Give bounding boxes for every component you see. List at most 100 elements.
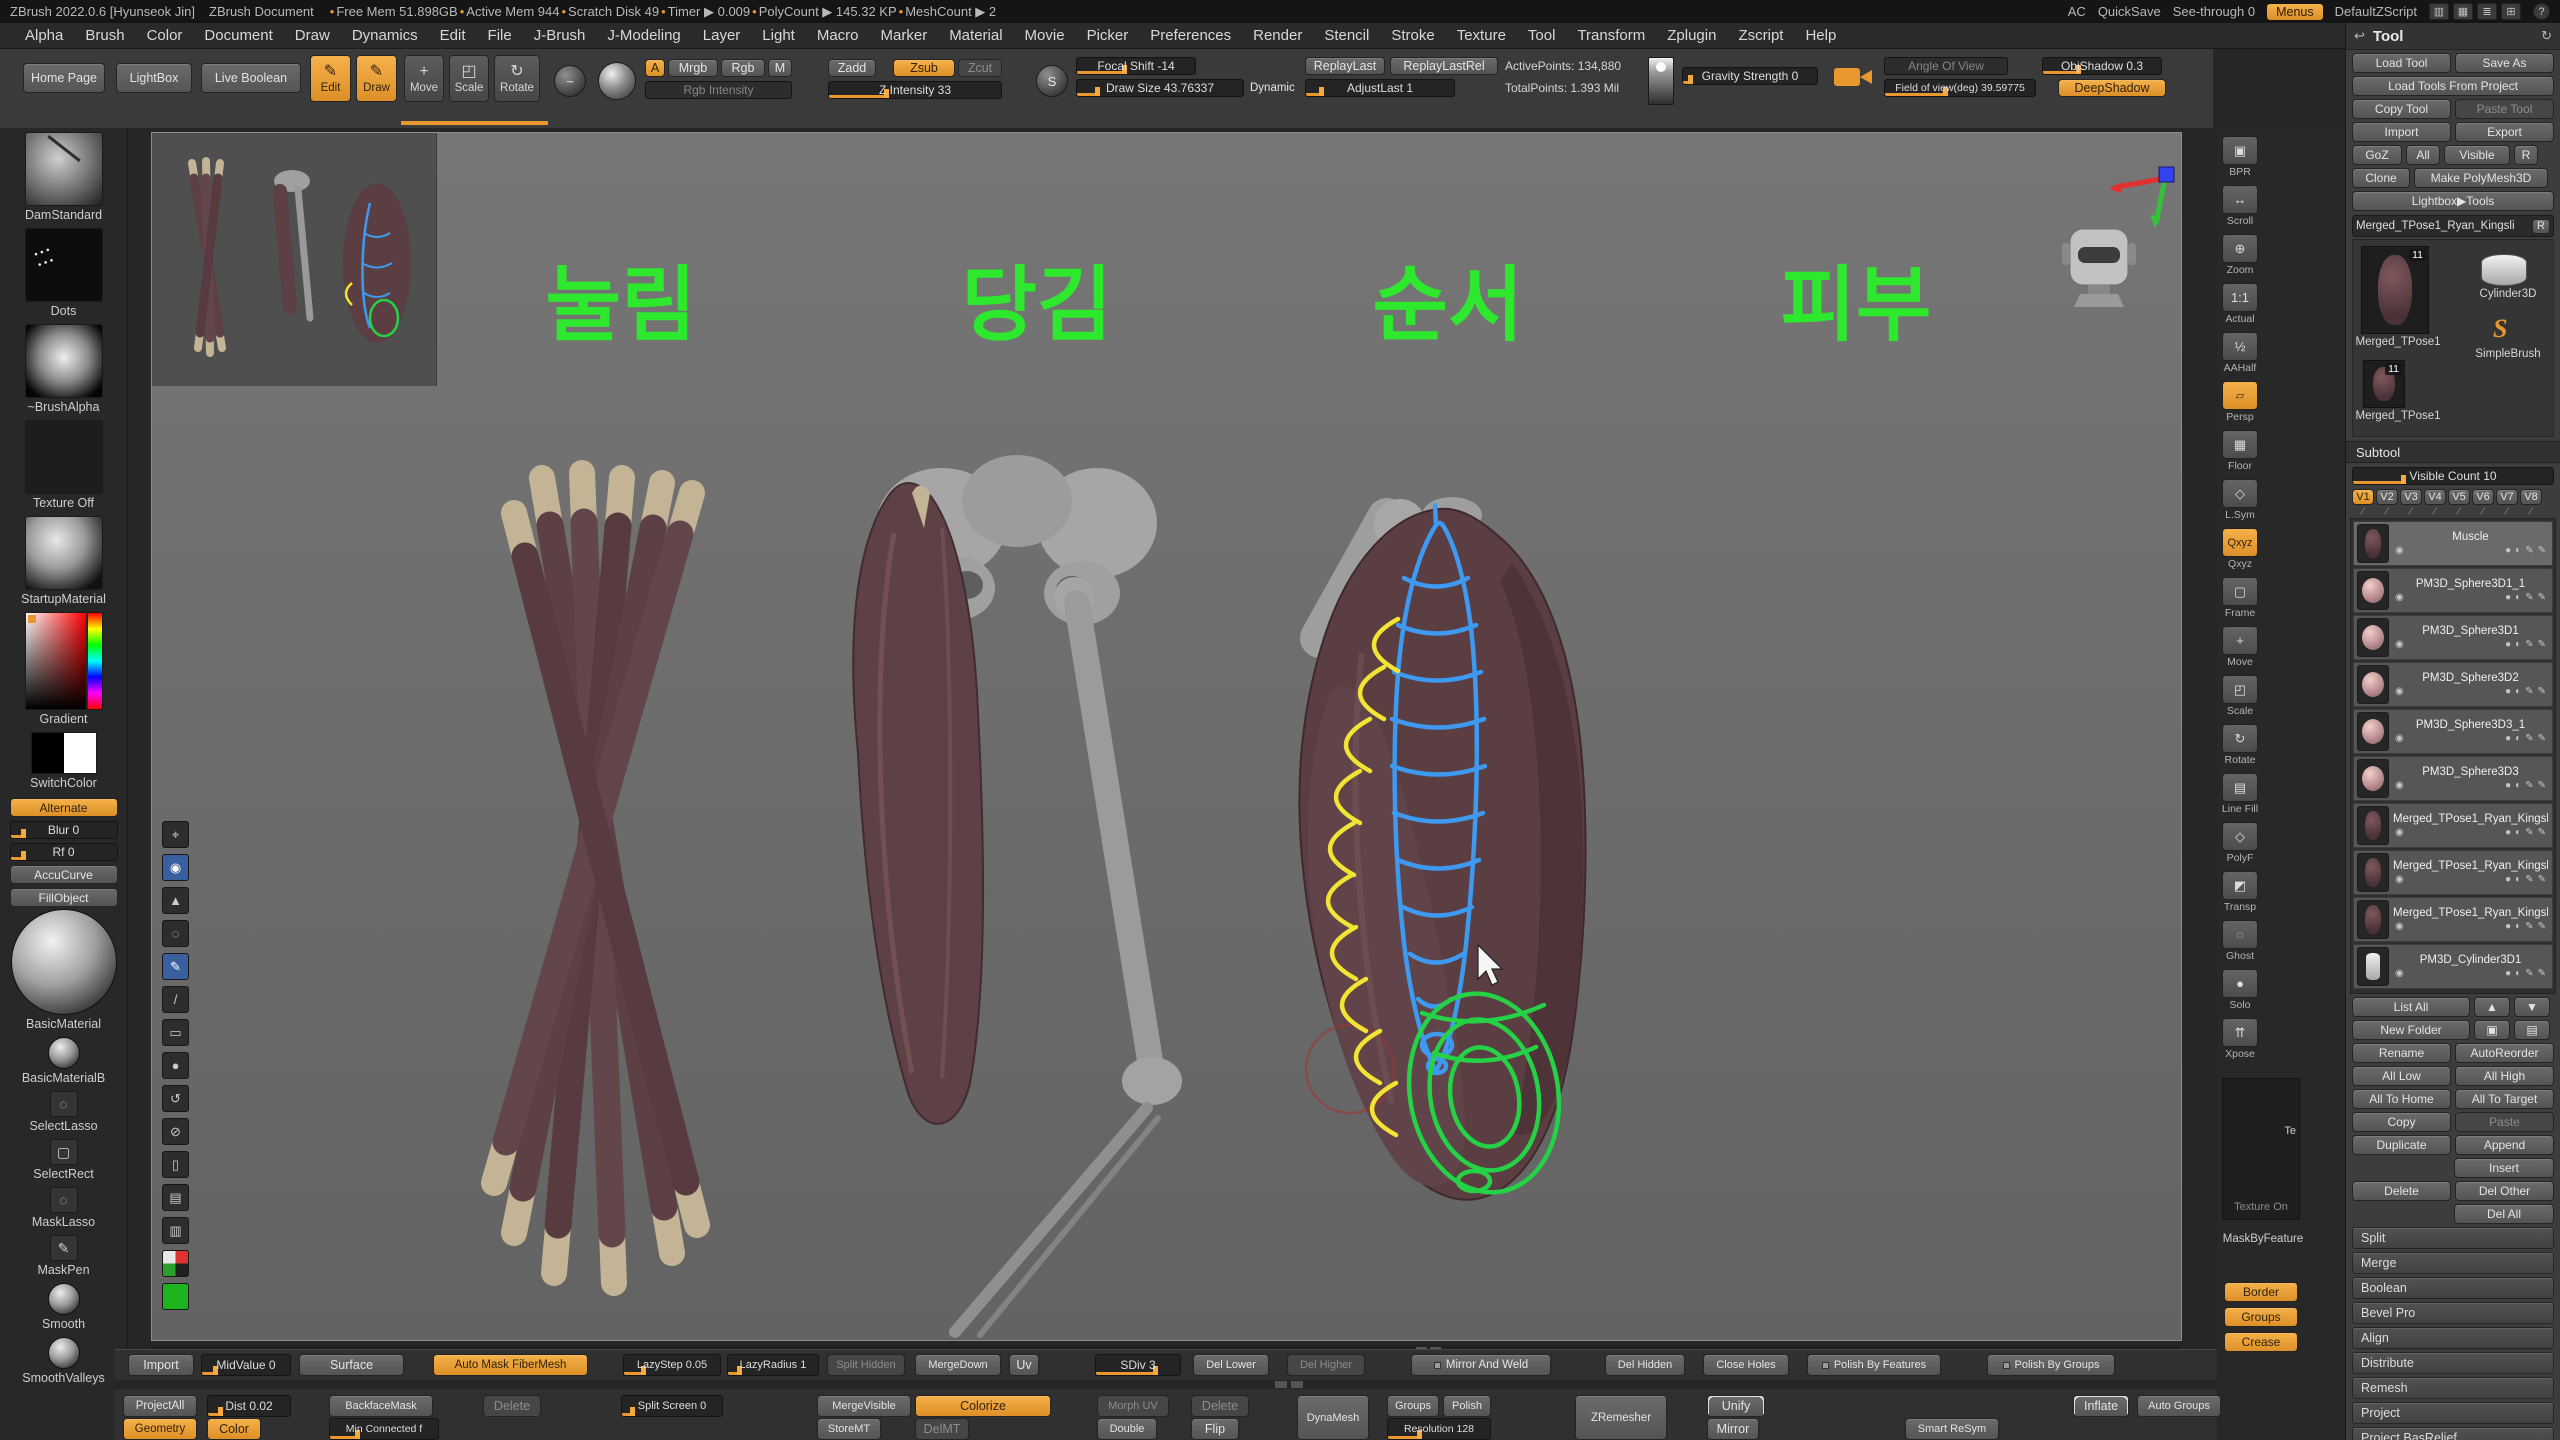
- tray-del-higher-button[interactable]: Del Higher: [1287, 1354, 1365, 1376]
- menu-tool[interactable]: Tool: [1517, 23, 1567, 49]
- tray-delmt-button[interactable]: DelMT: [915, 1418, 969, 1440]
- replay-lastrel-button[interactable]: ReplayLastRel: [1390, 57, 1498, 75]
- quicksave-button[interactable]: QuickSave: [2098, 4, 2161, 19]
- current-tool-bar[interactable]: Merged_TPose1_Ryan_Kingsli R: [2352, 215, 2554, 237]
- subtool-row-pm3d-sphere3d1-1[interactable]: PM3D_Sphere3D1_1◉●◐✎✎: [2353, 568, 2553, 613]
- edit-icon[interactable]: ✎: [2525, 968, 2533, 979]
- edit-icon[interactable]: ✎: [2525, 874, 2533, 885]
- section-project-basrelief[interactable]: Project BasRelief: [2352, 1427, 2554, 1440]
- switch-color-swatches[interactable]: [31, 732, 97, 774]
- subtool-copy-button[interactable]: Copy: [2352, 1112, 2451, 1132]
- scale-mode-button[interactable]: ◰Scale: [449, 55, 489, 102]
- m-button[interactable]: M: [768, 59, 792, 77]
- eye-icon[interactable]: ◉: [162, 854, 189, 881]
- subtool-all-high-button[interactable]: All High: [2455, 1066, 2554, 1086]
- right-shelf-polyf[interactable]: ◇PolyF: [2220, 822, 2260, 864]
- zcut-button[interactable]: Zcut: [958, 59, 1002, 77]
- tray-polish-button[interactable]: Polish: [1443, 1395, 1491, 1417]
- menu-macro[interactable]: Macro: [806, 23, 870, 49]
- menu-marker[interactable]: Marker: [870, 23, 939, 49]
- section-align[interactable]: Align: [2352, 1327, 2554, 1349]
- tray-geometry-button[interactable]: Geometry: [123, 1418, 197, 1440]
- tray-split-hidden-button[interactable]: Split Hidden: [827, 1354, 905, 1376]
- alternate-button[interactable]: Alternate: [10, 798, 118, 817]
- trash-icon[interactable]: ⊘: [162, 1118, 189, 1145]
- dot-icon[interactable]: ●: [162, 1052, 189, 1079]
- tray-auto-groups-button[interactable]: Auto Groups: [2137, 1395, 2221, 1417]
- menu-help[interactable]: Help: [1794, 23, 1847, 49]
- tray-delete-button[interactable]: Delete: [483, 1395, 541, 1417]
- border-button[interactable]: Border: [2224, 1282, 2298, 1302]
- subtool-item-button[interactable]: ▤: [2514, 1020, 2550, 1040]
- right-shelf-bpr[interactable]: ▣BPR: [2220, 136, 2260, 178]
- right-shelf-scale[interactable]: ◰Scale: [2220, 675, 2260, 717]
- shaded-icon[interactable]: ◐: [2515, 639, 2521, 650]
- menu-render[interactable]: Render: [1242, 23, 1313, 49]
- right-shelf-solo[interactable]: ●Solo: [2220, 969, 2260, 1011]
- shaded-icon[interactable]: ◐: [2515, 921, 2521, 932]
- eye-icon[interactable]: ◉: [2395, 827, 2404, 838]
- title-window-icon-1[interactable]: ▦: [2453, 3, 2473, 20]
- edit-icon[interactable]: ✎: [2525, 733, 2533, 744]
- right-shelf-persp[interactable]: ▱Persp: [2220, 381, 2260, 423]
- tray-zremesher-button[interactable]: ZRemesher: [1575, 1395, 1667, 1440]
- tab-v5[interactable]: V5: [2448, 489, 2470, 505]
- basicmaterialb-thumbnail[interactable]: [48, 1037, 80, 1069]
- eye-icon[interactable]: ◉: [2395, 639, 2404, 650]
- marker-pin-icon[interactable]: ⌖: [162, 821, 189, 848]
- page-icon[interactable]: ▯: [162, 1151, 189, 1178]
- dock-cycle-icon[interactable]: ↻: [2541, 28, 2552, 44]
- menu-layer[interactable]: Layer: [692, 23, 752, 49]
- subtool-section-header[interactable]: Subtool: [2346, 441, 2560, 463]
- subtool-row-pm3d-sphere3d3-1[interactable]: PM3D_Sphere3D3_1◉●◐✎✎: [2353, 709, 2553, 754]
- focal-shift-slider[interactable]: Focal Shift -14: [1076, 57, 1196, 75]
- lightbox-button[interactable]: LightBox: [116, 63, 192, 93]
- right-shelf-rotate[interactable]: ↻Rotate: [2220, 724, 2260, 766]
- tab-v1[interactable]: V1: [2352, 489, 2374, 505]
- zbrush-head-icon[interactable]: [2062, 229, 2136, 307]
- edit2-icon[interactable]: ✎: [2538, 780, 2546, 791]
- edit2-icon[interactable]: ✎: [2538, 968, 2546, 979]
- polypaint-icon[interactable]: ●: [2505, 780, 2511, 791]
- tray-close-holes-button[interactable]: Close Holes: [1703, 1354, 1789, 1376]
- tray-lazystep-0-05-slider[interactable]: LazyStep 0.05: [623, 1354, 721, 1376]
- edit2-icon[interactable]: ✎: [2538, 592, 2546, 603]
- eye-icon[interactable]: ◉: [2395, 545, 2404, 556]
- startupmaterial-thumbnail[interactable]: [25, 516, 103, 590]
- rgb-intensity-slider[interactable]: Rgb Intensity: [645, 81, 792, 99]
- subtool-row-pm3d-sphere3d2[interactable]: PM3D_Sphere3D2◉●◐✎✎: [2353, 662, 2553, 707]
- menu-movie[interactable]: Movie: [1014, 23, 1076, 49]
- right-shelf-qxyz[interactable]: QxyzQxyz: [2220, 528, 2260, 570]
- fillobject-button[interactable]: FillObject: [10, 888, 118, 907]
- right-shelf-ghost[interactable]: ◌Ghost: [2220, 920, 2260, 962]
- see-through-slider[interactable]: See-through 0: [2173, 4, 2255, 19]
- menu-document[interactable]: Document: [193, 23, 283, 49]
- menu-alpha[interactable]: Alpha: [14, 23, 74, 49]
- menu-picker[interactable]: Picker: [1076, 23, 1140, 49]
- tray-mergevisible-button[interactable]: MergeVisible: [817, 1395, 911, 1417]
- sculptris-icon[interactable]: S: [1036, 65, 1068, 97]
- edit-mode-button[interactable]: ✎Edit: [310, 55, 351, 102]
- shaded-icon[interactable]: ◐: [2515, 733, 2521, 744]
- right-shelf-move[interactable]: +Move: [2220, 626, 2260, 668]
- eye-icon[interactable]: ◉: [2395, 733, 2404, 744]
- shaded-icon[interactable]: ◐: [2515, 592, 2521, 603]
- tool-load-tool-button[interactable]: Load Tool: [2352, 53, 2451, 73]
- color-a-button[interactable]: A: [645, 59, 665, 77]
- edit-icon[interactable]: ✎: [2525, 780, 2533, 791]
- crease-button[interactable]: Crease: [2224, 1332, 2298, 1352]
- tool-save-as-button[interactable]: Save As: [2455, 53, 2554, 73]
- tool-import-button[interactable]: Import: [2352, 122, 2451, 142]
- subtool-rename-button[interactable]: Rename: [2352, 1043, 2451, 1063]
- tray-polish-by-groups-button[interactable]: Polish By Groups: [1987, 1354, 2115, 1376]
- section-bevel-pro[interactable]: Bevel Pro: [2352, 1302, 2554, 1324]
- note-icon[interactable]: ▤: [162, 1184, 189, 1211]
- polypaint-icon[interactable]: ●: [2505, 545, 2511, 556]
- mask-by-feature-button[interactable]: MaskByFeature: [2218, 1233, 2308, 1245]
- tool-all-button[interactable]: All: [2406, 145, 2440, 165]
- tray-inflate-button[interactable]: Inflate: [2073, 1395, 2129, 1417]
- tray-flip-button[interactable]: Flip: [1191, 1418, 1239, 1440]
- menu-brush[interactable]: Brush: [74, 23, 135, 49]
- subtool-row-merged-tpose1-ryan-kingslie[interactable]: Merged_TPose1_Ryan_Kingslie◉●◐✎✎: [2353, 850, 2553, 895]
- tray-projectall-button[interactable]: ProjectAll: [123, 1395, 197, 1417]
